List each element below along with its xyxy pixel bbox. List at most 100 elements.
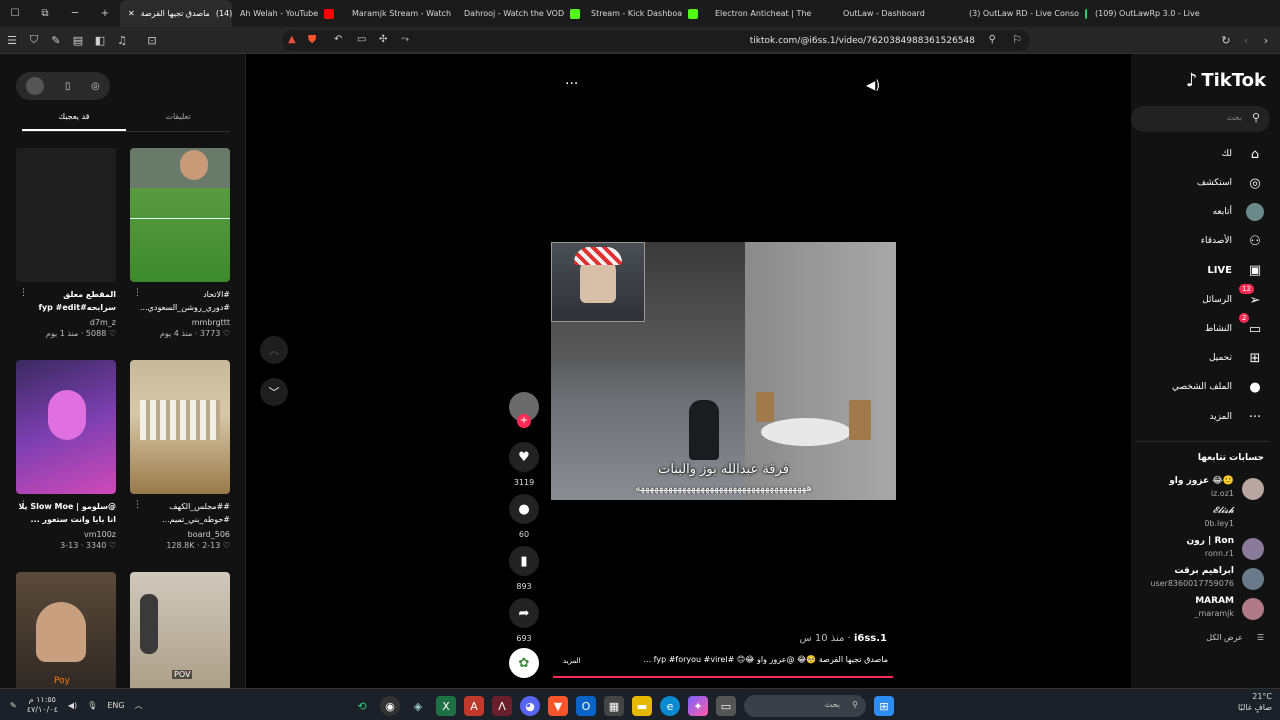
start-icon[interactable]: ⊞	[874, 696, 894, 716]
tiktok-logo[interactable]: ♪ TikTok	[1186, 70, 1266, 91]
app-icon[interactable]: ◉	[380, 696, 400, 716]
screenshot-icon[interactable]: ⊡	[142, 30, 162, 50]
tab-kick-dashboard[interactable]: Stream - Kick Dashboa	[583, 0, 707, 27]
video-thumbnail[interactable]	[130, 360, 230, 494]
following-account[interactable]: عزوز واو 😂🙂 iz.oz1	[1134, 476, 1264, 502]
nav-item-activity[interactable]: النشاط ▭ 2	[1134, 313, 1264, 339]
share-button[interactable]: ➦ 693	[509, 598, 539, 643]
card-user[interactable]: board_506	[130, 530, 230, 539]
follow-plus-icon[interactable]: +	[517, 414, 531, 428]
tab-youtube[interactable]: Ah Welah - YouTube	[232, 0, 344, 27]
video-author[interactable]: i6ss.1 · منذ 10 س	[799, 633, 887, 644]
forward-icon[interactable]: ›	[1256, 30, 1276, 50]
menu-icon[interactable]: ☰	[2, 30, 22, 50]
following-account[interactable]: MARAM _maramjk	[1134, 596, 1264, 622]
shield-icon[interactable]: ⛉	[24, 30, 44, 50]
video-frame[interactable]: فرقة عبدالله بوز والبنات ههههههههههههههه…	[551, 242, 896, 500]
reload-icon[interactable]: ↻	[1216, 30, 1236, 50]
search-input[interactable]: بحث ⚲	[1131, 106, 1270, 132]
excel-icon[interactable]: X	[436, 696, 456, 716]
author-avatar[interactable]: +	[509, 392, 539, 428]
nav-item-messages[interactable]: الرسائل ➢ 12	[1134, 284, 1264, 310]
music-disc[interactable]: ✿	[509, 648, 539, 678]
following-account[interactable]: ابراهيم برقت user8360017759076	[1134, 566, 1264, 592]
app-icon[interactable]: Λ	[492, 696, 512, 716]
more-icon[interactable]: ⋮	[19, 288, 28, 298]
following-account[interactable]: رون | Ron ronn.r1	[1134, 536, 1264, 562]
video-card[interactable]: Poy	[16, 572, 116, 688]
nav-item-more[interactable]: المزيد ···	[1134, 407, 1264, 427]
tab-actions-icon[interactable]: ⧉	[30, 0, 60, 27]
back-history-icon[interactable]: ↶	[334, 34, 342, 45]
tab-outlawrp[interactable]: (109) OutLawRp 3.0 - Live	[1087, 0, 1207, 27]
more-icon[interactable]: ⋮	[133, 288, 142, 298]
video-card[interactable]: POV	[130, 572, 230, 688]
see-all-link[interactable]: عرض الكل ☰	[1206, 633, 1264, 642]
previous-video-button[interactable]: ︿	[260, 336, 288, 364]
store-icon[interactable]: ▦	[604, 696, 624, 716]
tab-outlaw-dashboard[interactable]: OutLaw - Dashboard	[835, 0, 961, 27]
microphone-icon[interactable]: 🎙	[87, 701, 97, 710]
music-disc-icon[interactable]: ✿	[509, 648, 539, 678]
app-icon[interactable]: A	[464, 696, 484, 716]
new-tab-button[interactable]: +	[90, 0, 120, 27]
tab-maramjk[interactable]: Maramjk Stream - Watch	[344, 0, 456, 27]
nav-item-live[interactable]: LIVE ▣	[1134, 260, 1264, 280]
steam-icon[interactable]: ◈	[408, 696, 428, 716]
brave-shield-icon[interactable]: ⛊	[308, 33, 316, 47]
nav-item-for-you[interactable]: لك ⌂	[1134, 144, 1264, 164]
close-tab-icon[interactable]: ✕	[128, 9, 135, 18]
task-view-icon[interactable]: ▭	[716, 696, 736, 716]
sidebar-icon[interactable]: ◧	[90, 30, 110, 50]
bookmark-icon[interactable]: ⚐	[1012, 33, 1022, 46]
tab-you-may-like[interactable]: قد يعجبك	[22, 110, 126, 131]
extension-icon[interactable]: ⤳	[401, 34, 409, 45]
tab-comments[interactable]: تعليقات	[126, 110, 230, 131]
copilot-icon[interactable]: ✦	[688, 696, 708, 716]
tab-dahrooj[interactable]: Dahrooj - Watch the VOD	[456, 0, 583, 27]
video-thumbnail[interactable]	[130, 148, 230, 282]
video-card[interactable]: ⋮ ##مجلس_الكهف #حوطه_بني_تميم... board_5…	[130, 360, 230, 550]
back-icon[interactable]: ‹	[1236, 30, 1256, 50]
file-explorer-icon[interactable]: ▬	[632, 696, 652, 716]
video-card[interactable]: ⋮ المقطع معلق سرابحه#fyp #edit d7m_z ♡ 5…	[16, 148, 116, 338]
sidebar-toggle-icon[interactable]: ☐	[0, 0, 30, 27]
reader-icon[interactable]: ▤	[68, 30, 88, 50]
video-card[interactable]: ⋮ @سلومو | Slow Moe يلا انا بابا وانت ست…	[16, 360, 116, 550]
following-account[interactable]: 𝓔𝓵𝓲𝓼𝓱 0b.ley1	[1134, 506, 1264, 532]
video-thumbnail[interactable]: POV	[130, 572, 230, 688]
share-icon[interactable]: ➦	[509, 598, 539, 628]
outlook-icon[interactable]: O	[576, 696, 596, 716]
nav-item-following[interactable]: أتابعه	[1134, 202, 1264, 222]
card-user[interactable]: vm100z	[16, 530, 116, 539]
video-thumbnail[interactable]	[16, 360, 116, 494]
compass-icon[interactable]: ◎	[91, 81, 100, 92]
address-bar[interactable]: ▲ ⛊ ↶ ▭ ✣ ⤳ tiktok.com/@i6ss.1/video/762…	[282, 30, 1030, 51]
next-video-button[interactable]: ﹀	[260, 378, 288, 406]
volume-icon[interactable]: ◀)	[68, 701, 77, 710]
pip-icon[interactable]: ▭	[357, 34, 366, 45]
card-user[interactable]: mmbrgttt	[130, 318, 230, 327]
video-progress-bar[interactable]	[553, 676, 893, 678]
more-icon[interactable]: ⋮	[133, 500, 142, 510]
nav-item-profile[interactable]: الملف الشخصي ●	[1134, 377, 1264, 397]
chevron-up-icon[interactable]: ︿	[135, 700, 143, 711]
nav-item-upload[interactable]: تحميل ⊞	[1134, 348, 1264, 368]
more-options-icon[interactable]: ···	[565, 76, 578, 92]
tab-active[interactable]: ✕ ماصدق تجيها القرصة (14)	[120, 0, 232, 27]
discord-icon[interactable]: ◕	[520, 696, 540, 716]
tab-outlaw-rd[interactable]: (3) OutLaw RD - Live Conso	[961, 0, 1087, 27]
video-thumbnail[interactable]	[16, 148, 116, 282]
bookmark-icon[interactable]: ▮	[509, 546, 539, 576]
comment-button[interactable]: ● 60	[509, 494, 539, 539]
author-handle[interactable]: i6ss.1	[854, 633, 887, 644]
comment-icon[interactable]: ●	[509, 494, 539, 524]
nav-item-friends[interactable]: الأصدقاء ⚇	[1134, 231, 1264, 251]
avatar[interactable]	[26, 77, 45, 95]
volume-icon[interactable]: ◀)	[866, 78, 880, 92]
tab-electron[interactable]: Electron Anticheat | The	[707, 0, 835, 27]
edge-icon[interactable]: e	[660, 696, 680, 716]
warning-icon[interactable]: ▲	[288, 34, 296, 45]
more-icon[interactable]: ⋮	[19, 500, 28, 510]
nav-item-explore[interactable]: استكشف ◎	[1134, 173, 1264, 193]
